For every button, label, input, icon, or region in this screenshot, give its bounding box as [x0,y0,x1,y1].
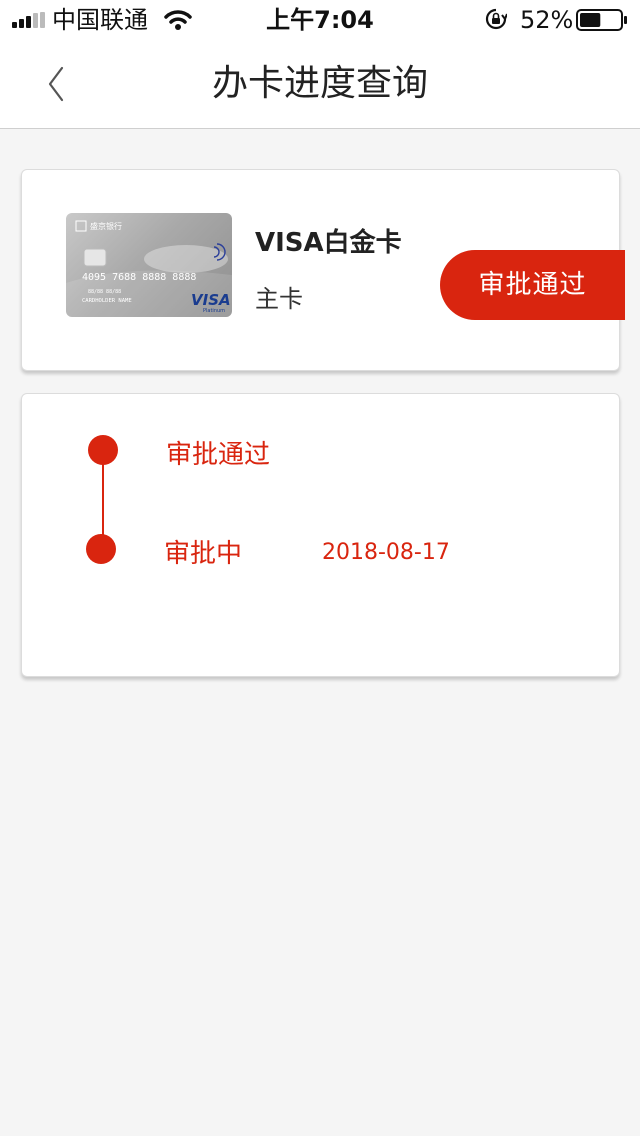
svg-text:88/88 88/88: 88/88 88/88 [88,289,121,295]
signal-strength-icon [12,12,45,28]
battery-percent: 52% [520,6,574,34]
wifi-icon [164,10,192,30]
rotation-lock-icon [485,8,507,30]
status-bar: 中国联通 上午7:04 52% [0,0,640,40]
battery-icon [576,9,627,31]
svg-text:Platinum: Platinum [203,308,225,314]
svg-text:CARDHOLDER NAME: CARDHOLDER NAME [82,298,132,304]
svg-text:盛京银行: 盛京银行 [90,221,122,231]
timeline-step-label: 审批通过 [166,440,271,470]
card-info-panel[interactable]: 盛京银行 4095 7688 8888 8888 88/88 88/88 CAR… [21,169,625,371]
card-name: VISA白金卡 [255,228,402,258]
timeline-step-label: 审批中 [164,539,243,569]
chevron-left-icon[interactable] [36,62,76,106]
page-title: 办卡进度查询 [211,63,428,104]
credit-card-image: 盛京银行 4095 7688 8888 8888 88/88 88/88 CAR… [66,213,232,317]
nav-bar: 办卡进度查询 [0,40,640,129]
timeline-dot [88,435,118,465]
timeline-connector [102,464,104,538]
progress-timeline-panel: 审批通过 审批中 2018-08-17 [21,393,620,677]
timeline-dot [86,534,116,564]
svg-text:4095 7688 8888 8888: 4095 7688 8888 8888 [82,272,196,283]
svg-text:VISA: VISA [191,291,231,309]
card-type: 主卡 [255,285,303,313]
approval-status-badge: 审批通过 [440,250,625,320]
carrier-label: 中国联通 [52,6,148,34]
timeline-step-date: 2018-08-17 [322,540,450,565]
